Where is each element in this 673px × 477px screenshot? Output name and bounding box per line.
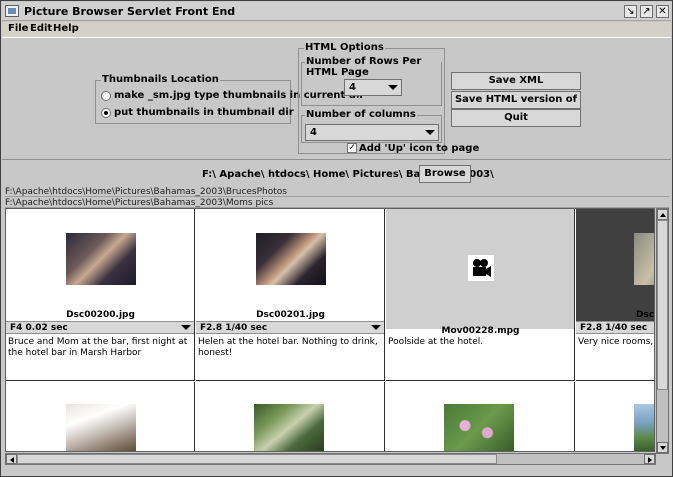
save-html-button[interactable]: Save HTML version of page [451, 91, 581, 121]
thumbnails-location-group: Thumbnails Location make _sm.jpg type th… [95, 74, 364, 124]
photo-thumbnail[interactable] [444, 404, 514, 451]
columns-select[interactable]: 4 [305, 124, 439, 141]
description[interactable]: Helen at the hotel bar. Nothing to drink… [198, 337, 383, 359]
file-name: Dsc [636, 310, 655, 320]
rows-value: 4 [349, 82, 356, 93]
app-window: Picture Browser Servlet Front End ↘ ↗ ✕ … [0, 0, 673, 477]
photo-thumbnail[interactable] [634, 404, 654, 451]
grid-cell[interactable] [576, 382, 654, 451]
exif-value: F2.8 1/40 sec [200, 323, 268, 333]
add-up-label: Add 'Up' icon to page [359, 143, 480, 154]
browse-button[interactable]: Browse [419, 165, 471, 183]
menu-help[interactable]: Help [53, 23, 79, 34]
grid-cell[interactable]: Dsc00201.jpg F2.8 1/40 sec Helen at the … [196, 209, 385, 381]
grid-cell[interactable]: Dsc00200.jpg F4 0.02 sec Bruce and Mom a… [6, 209, 195, 381]
description[interactable]: Very nice rooms, com Marsh Harbor [578, 337, 654, 348]
description[interactable]: Bruce and Mom at the bar, first night at… [8, 337, 193, 359]
grid-cell[interactable] [6, 382, 195, 451]
radio-current-dir[interactable] [101, 91, 111, 101]
html-options-group: HTML Options Number of Rows Per HTML Pag… [298, 42, 479, 154]
photo-thumbnail[interactable] [634, 233, 654, 285]
horizontal-scroll-thumb[interactable] [17, 454, 497, 464]
grid-cell[interactable] [386, 382, 575, 451]
rows-label: Number of Rows Per HTML Page [305, 56, 441, 78]
quit-button[interactable]: Quit [451, 109, 581, 127]
arrow-left-icon [10, 457, 14, 463]
file-name: Mov00228.mpg [441, 326, 520, 336]
thumbnails-location-title: Thumbnails Location [101, 74, 220, 85]
app-icon [5, 5, 19, 17]
columns-value: 4 [310, 127, 317, 138]
maximize-icon[interactable]: ↗ [640, 5, 653, 18]
exif-select[interactable]: F2.8 1/40 sec [576, 321, 654, 334]
scroll-up-button[interactable] [657, 209, 668, 220]
chevron-down-icon [371, 325, 381, 330]
vertical-scroll-thumb[interactable] [657, 220, 668, 390]
window-title: Picture Browser Servlet Front End [24, 5, 236, 18]
photo-thumbnail[interactable] [256, 233, 326, 285]
radio-thumbnail-dir-label: put thumbnails in thumbnail dir [114, 107, 294, 118]
scroll-left-button[interactable] [6, 454, 17, 464]
close-icon[interactable]: ✕ [656, 5, 669, 18]
html-options-title: HTML Options [304, 42, 385, 53]
grid-cell[interactable]: Mov00228.mpg Poolside at the hotel. [386, 209, 575, 381]
columns-group: Number of columns 4 [301, 109, 442, 143]
exif-value: F2.8 1/40 sec [580, 323, 648, 333]
chevron-down-icon [388, 85, 398, 90]
photo-thumbnail[interactable] [66, 233, 136, 285]
exif-select[interactable]: F2.8 1/40 sec [196, 321, 384, 334]
menu-bar: File Edit Help [2, 22, 671, 37]
exif-select[interactable]: F4 0.02 sec [6, 321, 194, 334]
title-bar: Picture Browser Servlet Front End ↘ ↗ ✕ [2, 2, 671, 21]
rows-select[interactable]: 4 [344, 79, 402, 96]
rows-group: Number of Rows Per HTML Page 4 [301, 56, 442, 106]
scroll-right-button[interactable] [644, 454, 655, 464]
radio-thumbnail-dir[interactable] [101, 108, 111, 118]
columns-label: Number of columns [305, 109, 417, 120]
subdir-link-moms-pics[interactable]: F:\Apache\htdocs\Home\Pictures\Bahamas_2… [5, 198, 669, 208]
photo-thumbnail[interactable] [254, 404, 324, 451]
thumbnail-grid: Dsc00200.jpg F4 0.02 sec Bruce and Mom a… [5, 208, 655, 452]
minimize-icon[interactable]: ↘ [624, 5, 637, 18]
grid-cell[interactable]: Dsc F2.8 1/40 sec Very nice rooms, com M… [576, 209, 655, 381]
chevron-down-icon [425, 130, 435, 135]
arrow-right-icon [648, 457, 652, 463]
chevron-down-icon [181, 325, 191, 330]
scroll-down-button[interactable] [657, 442, 668, 453]
arrow-down-icon [660, 446, 666, 450]
subdir-link-brucesphotos[interactable]: F:\Apache\htdocs\Home\Pictures\Bahamas_2… [5, 187, 669, 197]
photo-thumbnail[interactable] [66, 404, 136, 451]
add-up-checkbox[interactable]: ✓ [347, 143, 357, 153]
file-name: Dsc00201.jpg [256, 310, 325, 320]
menu-file[interactable]: File [8, 23, 28, 34]
grid-cell[interactable] [196, 382, 385, 451]
save-xml-button[interactable]: Save XML [451, 72, 581, 90]
menu-edit[interactable]: Edit [30, 23, 52, 34]
movie-camera-icon[interactable] [468, 255, 494, 281]
options-panel: Thumbnails Location make _sm.jpg type th… [2, 37, 671, 157]
arrow-up-icon [660, 213, 666, 217]
browse-row: F:\ Apache\ htdocs\ Home\ Pictures\ Baha… [2, 159, 671, 187]
vertical-scrollbar[interactable] [656, 208, 669, 454]
description[interactable]: Poolside at the hotel. [388, 337, 573, 348]
horizontal-scrollbar[interactable] [5, 453, 656, 465]
exif-value: F4 0.02 sec [10, 323, 68, 333]
file-name: Dsc00200.jpg [66, 310, 135, 320]
